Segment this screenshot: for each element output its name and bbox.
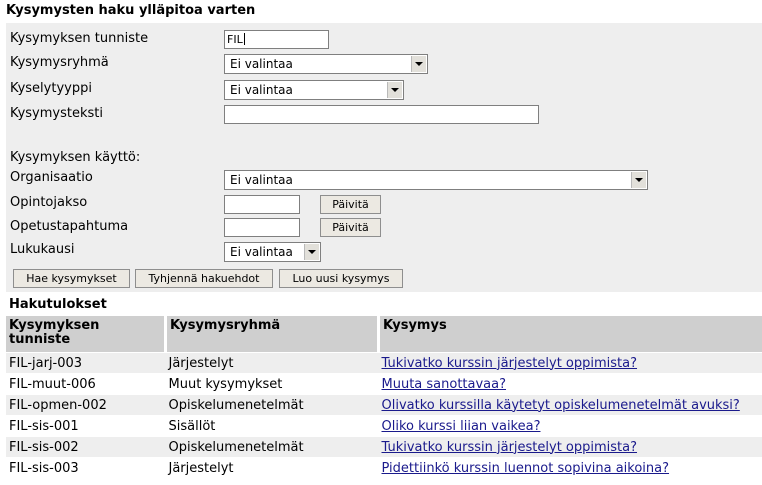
term-value: Ei valintaa bbox=[230, 245, 293, 259]
organisation-value: Ei valintaa bbox=[230, 173, 293, 187]
row-id: FIL-opmen-002 bbox=[6, 394, 166, 416]
row-id: FIL-sis-001 bbox=[6, 415, 166, 437]
organisation-select[interactable]: Ei valintaa bbox=[224, 170, 648, 190]
row-group: Järjestelyt bbox=[165, 352, 379, 374]
column-header-group: Kysymysryhmä bbox=[165, 316, 380, 353]
question-link[interactable]: Muuta sanottavaa? bbox=[382, 377, 507, 392]
usage-heading: Kysymyksen käyttö: bbox=[10, 150, 141, 165]
row-id: FIL-muut-006 bbox=[6, 373, 166, 395]
question-id-label: Kysymyksen tunniste bbox=[10, 31, 149, 46]
update-course-button[interactable]: Päivitä bbox=[320, 195, 381, 214]
row-group: Järjestelyt bbox=[165, 457, 379, 478]
question-link[interactable]: Pidettiinkö kurssin luennot sopivina aik… bbox=[382, 461, 670, 476]
term-label: Lukukausi bbox=[10, 242, 75, 257]
question-id-input[interactable]: FIL bbox=[224, 30, 329, 49]
table-row: FIL-sis-003 Järjestelyt Pidettiinkö kurs… bbox=[6, 457, 762, 478]
question-link[interactable]: Oliko kurssi liian vaikea? bbox=[382, 419, 541, 434]
question-id-value: FIL bbox=[227, 33, 243, 46]
course-input[interactable] bbox=[224, 195, 300, 214]
row-id: FIL-sis-003 bbox=[6, 457, 166, 478]
teaching-event-input[interactable] bbox=[224, 218, 300, 237]
create-question-button[interactable]: Luo uusi kysymys bbox=[279, 269, 403, 288]
column-header-question: Kysymys bbox=[378, 316, 762, 353]
chevron-down-icon[interactable] bbox=[304, 244, 319, 260]
row-id: FIL-sis-002 bbox=[6, 436, 166, 458]
search-questions-button[interactable]: Hae kysymykset bbox=[13, 269, 130, 288]
question-text-input[interactable] bbox=[224, 105, 539, 124]
column-header-id: Kysymyksen tunniste bbox=[6, 316, 167, 353]
results-header-row: Kysymyksen tunniste Kysymysryhmä Kysymys bbox=[6, 316, 762, 353]
page-title: Kysymysten haku ylläpitoa varten bbox=[6, 3, 256, 18]
row-group: Sisällöt bbox=[165, 415, 379, 437]
text-cursor bbox=[243, 33, 245, 45]
chevron-down-icon[interactable] bbox=[631, 172, 646, 188]
table-row: FIL-opmen-002 Opiskelumenetelmät Olivatk… bbox=[6, 394, 762, 416]
results-table: Kysymyksen tunniste Kysymysryhmä Kysymys… bbox=[6, 316, 762, 478]
chevron-down-icon[interactable] bbox=[411, 56, 426, 72]
update-teaching-event-button[interactable]: Päivitä bbox=[320, 218, 381, 237]
row-group: Opiskelumenetelmät bbox=[165, 436, 379, 458]
teaching-event-label: Opetustapahtuma bbox=[10, 219, 129, 234]
course-label: Opintojakso bbox=[10, 195, 88, 210]
chevron-down-icon[interactable] bbox=[387, 82, 402, 98]
question-link[interactable]: Olivatko kurssilla käytetyt opiskelumene… bbox=[382, 398, 740, 413]
survey-type-label: Kyselytyyppi bbox=[10, 81, 92, 96]
table-row: FIL-muut-006 Muut kysymykset Muuta sanot… bbox=[6, 373, 762, 395]
question-group-value: Ei valintaa bbox=[230, 57, 293, 71]
table-row: FIL-sis-002 Opiskelumenetelmät Tukivatko… bbox=[6, 436, 762, 458]
question-text-label: Kysymysteksti bbox=[10, 106, 103, 121]
term-select[interactable]: Ei valintaa bbox=[224, 242, 321, 262]
results-heading: Hakutulokset bbox=[9, 297, 107, 312]
row-group: Opiskelumenetelmät bbox=[165, 394, 379, 416]
row-id: FIL-jarj-003 bbox=[6, 352, 166, 374]
question-group-label: Kysymysryhmä bbox=[10, 55, 109, 70]
row-group: Muut kysymykset bbox=[165, 373, 379, 395]
table-row: FIL-jarj-003 Järjestelyt Tukivatko kurss… bbox=[6, 352, 762, 374]
survey-type-value: Ei valintaa bbox=[230, 83, 293, 97]
organisation-label: Organisaatio bbox=[10, 170, 93, 185]
question-link[interactable]: Tukivatko kurssin järjestelyt oppimista? bbox=[382, 440, 638, 455]
clear-criteria-button[interactable]: Tyhjennä hakuehdot bbox=[135, 269, 273, 288]
table-row: FIL-sis-001 Sisällöt Oliko kurssi liian … bbox=[6, 415, 762, 437]
question-group-select[interactable]: Ei valintaa bbox=[224, 54, 428, 74]
survey-type-select[interactable]: Ei valintaa bbox=[224, 80, 404, 100]
question-link[interactable]: Tukivatko kurssin järjestelyt oppimista? bbox=[382, 356, 638, 371]
